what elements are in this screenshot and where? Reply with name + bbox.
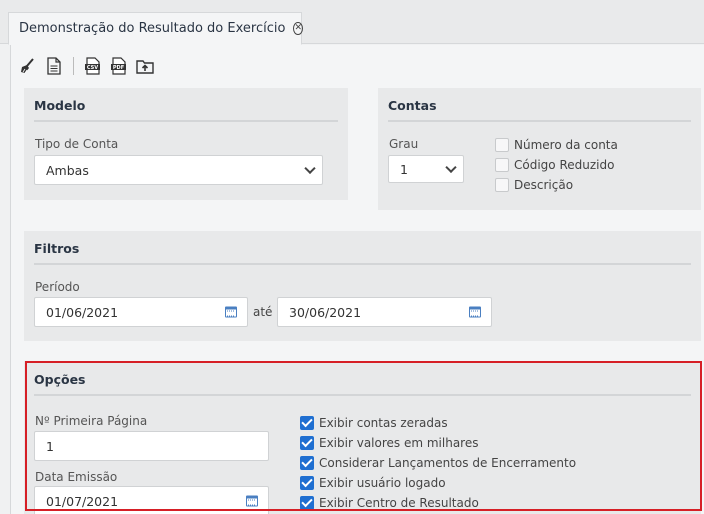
toolbar: CSV PDF [17,55,156,77]
tipo-conta-select[interactable]: Ambas [34,155,323,185]
csv-export-icon[interactable]: CSV [82,55,104,77]
descricao-label: Descrição [514,178,574,192]
broom-icon[interactable] [17,55,39,77]
toolbar-separator [73,57,74,75]
svg-text:CSV: CSV [87,65,98,71]
chevron-down-icon [304,162,316,175]
tab-strip: Demonstração do Resultado do Exercício ✕ [0,8,704,45]
filtros-title: Filtros [34,241,80,256]
descricao-option[interactable]: Descrição [495,178,573,192]
folder-upload-icon[interactable] [134,55,156,77]
ate-label: até [253,305,273,319]
descricao-checkbox[interactable] [495,178,509,192]
periodo-label: Período [35,280,80,294]
codigo-reduzido-checkbox[interactable] [495,158,509,172]
tipo-conta-label: Tipo de Conta [35,137,119,151]
pdf-export-icon[interactable]: PDF [108,55,130,77]
date-to-value: 30/06/2021 [289,304,362,320]
top-bar [0,0,704,8]
filtros-divider [34,263,691,265]
modelo-title: Modelo [34,98,86,113]
contas-divider [388,120,691,122]
numero-conta-label: Número da conta [514,138,618,152]
contas-title: Contas [388,98,437,113]
date-from-value: 01/06/2021 [46,304,119,320]
codigo-reduzido-option[interactable]: Código Reduzido [495,158,614,172]
numero-conta-checkbox[interactable] [495,138,509,152]
highlight-box [25,361,702,511]
tab-dre[interactable]: Demonstração do Resultado do Exercício ✕ [8,12,303,45]
numero-conta-option[interactable]: Número da conta [495,138,618,152]
grau-value: 1 [400,161,408,177]
grau-select[interactable]: 1 [388,155,464,183]
date-from-input[interactable]: 01/06/2021 [34,297,248,327]
tipo-conta-value: Ambas [46,162,89,178]
tab-title: Demonstração do Resultado do Exercício [19,21,286,36]
chevron-down-icon [445,161,457,174]
codigo-reduzido-label: Código Reduzido [514,158,615,172]
svg-text:PDF: PDF [113,65,124,71]
modelo-divider [34,120,338,122]
calendar-icon[interactable] [225,306,237,318]
grau-label: Grau [389,137,419,151]
document-icon[interactable] [43,55,65,77]
close-icon[interactable]: ✕ [293,22,303,35]
date-to-input[interactable]: 30/06/2021 [277,297,492,327]
calendar-icon[interactable] [469,306,481,318]
